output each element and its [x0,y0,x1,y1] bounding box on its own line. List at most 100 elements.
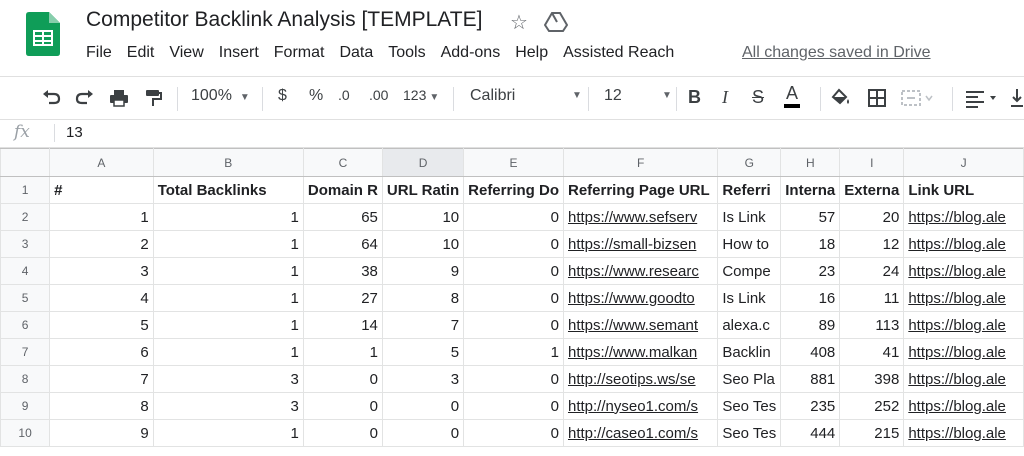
cell[interactable]: alexa.c [717,311,782,339]
bold-button[interactable]: B [688,87,701,108]
font-family-select[interactable]: Calibri ▼ [470,87,582,105]
borders-icon[interactable] [866,87,888,109]
horizontal-align-icon[interactable] [964,87,1004,109]
column-header[interactable]: A [49,148,154,177]
cell[interactable]: 89 [780,311,841,339]
cell[interactable]: 113 [839,311,905,339]
merge-cells-icon[interactable] [900,87,934,109]
cell[interactable]: 16 [780,284,841,312]
cell[interactable]: Is Link [717,203,782,231]
cell[interactable]: https://www.goodto [562,284,719,312]
cell[interactable]: 12 [839,230,905,258]
row-header[interactable]: 9 [0,392,51,420]
cell[interactable]: 4 [49,284,154,312]
column-header[interactable]: C [302,148,383,177]
menu-file[interactable]: File [86,44,112,62]
cell[interactable]: 0 [463,257,564,285]
cell[interactable]: 0 [463,230,564,258]
cell[interactable]: 5 [49,311,154,339]
cell[interactable]: 11 [839,284,905,312]
save-status-link[interactable]: All changes saved in Drive [742,44,931,62]
cell[interactable]: 2 [49,230,154,258]
cell[interactable]: 9 [49,419,154,447]
row-header[interactable]: 4 [0,257,51,285]
cell[interactable]: http://nyseo1.com/s [562,392,719,420]
row-header[interactable]: 2 [0,203,51,231]
row-header[interactable]: 1 [0,176,51,204]
cell[interactable]: https://www.researc [562,257,719,285]
cell[interactable]: How to [717,230,782,258]
cell[interactable]: 8 [381,284,465,312]
cell[interactable]: https://blog.ale [903,230,1024,258]
cell[interactable]: Seo Tes [717,392,782,420]
cell[interactable]: 64 [302,230,383,258]
percent-format-button[interactable]: % [309,87,323,105]
cell[interactable]: Compe [717,257,782,285]
cell[interactable]: http://caseo1.com/s [562,419,719,447]
cell[interactable]: 18 [780,230,841,258]
row-header[interactable]: 8 [0,365,51,393]
cell[interactable]: 8 [49,392,154,420]
row-header[interactable]: 3 [0,230,51,258]
cell[interactable]: https://blog.ale [903,338,1024,366]
cell[interactable]: https://small-bizsen [562,230,719,258]
cell[interactable]: 7 [49,365,154,393]
cell[interactable]: 1 [302,338,383,366]
select-all-corner[interactable] [0,148,51,177]
cell[interactable]: http://seotips.ws/se [562,365,719,393]
cell[interactable]: https://blog.ale [903,203,1024,231]
cell[interactable]: 3 [152,392,304,420]
menu-insert[interactable]: Insert [219,44,259,62]
cell[interactable]: 0 [302,365,383,393]
cell[interactable]: 3 [49,257,154,285]
decrease-decimal-button[interactable]: .0 [338,87,350,103]
column-header[interactable]: B [152,148,304,177]
cell[interactable]: 235 [780,392,841,420]
cell[interactable]: 1 [152,284,304,312]
cell[interactable]: 10 [381,230,465,258]
cell[interactable]: 65 [302,203,383,231]
cell[interactable]: Domain R [302,176,383,204]
vertical-align-icon[interactable] [1010,87,1024,109]
cell[interactable]: Referring Do [463,176,564,204]
paint-format-icon[interactable] [142,87,164,109]
cell[interactable]: 0 [302,419,383,447]
currency-format-button[interactable]: $ [278,87,287,105]
cell[interactable]: 14 [302,311,383,339]
cell[interactable]: 1 [463,338,564,366]
sheets-logo-icon[interactable] [26,12,60,56]
cell[interactable]: Total Backlinks [152,176,304,204]
column-header[interactable]: G [717,148,782,177]
cell[interactable]: https://blog.ale [903,311,1024,339]
cell[interactable]: Backlin [717,338,782,366]
cell[interactable]: Seo Tes [717,419,782,447]
row-header[interactable]: 10 [0,419,51,447]
cell[interactable]: 5 [381,338,465,366]
cell[interactable]: Referring Page URL [562,176,719,204]
cell[interactable]: 398 [839,365,905,393]
cell[interactable]: URL Ratin [381,176,465,204]
cell[interactable]: 0 [463,284,564,312]
cell[interactable]: 9 [381,257,465,285]
cell[interactable]: 0 [463,392,564,420]
zoom-select[interactable]: 100% ▼ [191,87,250,105]
move-to-drive-icon[interactable] [544,12,568,32]
cell[interactable]: 408 [780,338,841,366]
cell[interactable]: Is Link [717,284,782,312]
strikethrough-button[interactable]: S [752,87,764,108]
cell[interactable]: 0 [381,392,465,420]
cell[interactable]: 1 [152,257,304,285]
cell[interactable]: 38 [302,257,383,285]
column-header[interactable]: F [562,148,719,177]
cell[interactable]: 1 [152,419,304,447]
row-header[interactable]: 6 [0,311,51,339]
cell[interactable]: 27 [302,284,383,312]
increase-decimal-button[interactable]: .00 [369,87,388,103]
cell[interactable]: # [49,176,154,204]
fill-color-icon[interactable] [830,87,852,109]
column-header[interactable]: I [839,148,905,177]
column-header[interactable]: H [780,148,841,177]
more-formats-select[interactable]: 123 ▼ [403,87,439,103]
cell[interactable]: 0 [302,392,383,420]
cell[interactable]: 215 [839,419,905,447]
